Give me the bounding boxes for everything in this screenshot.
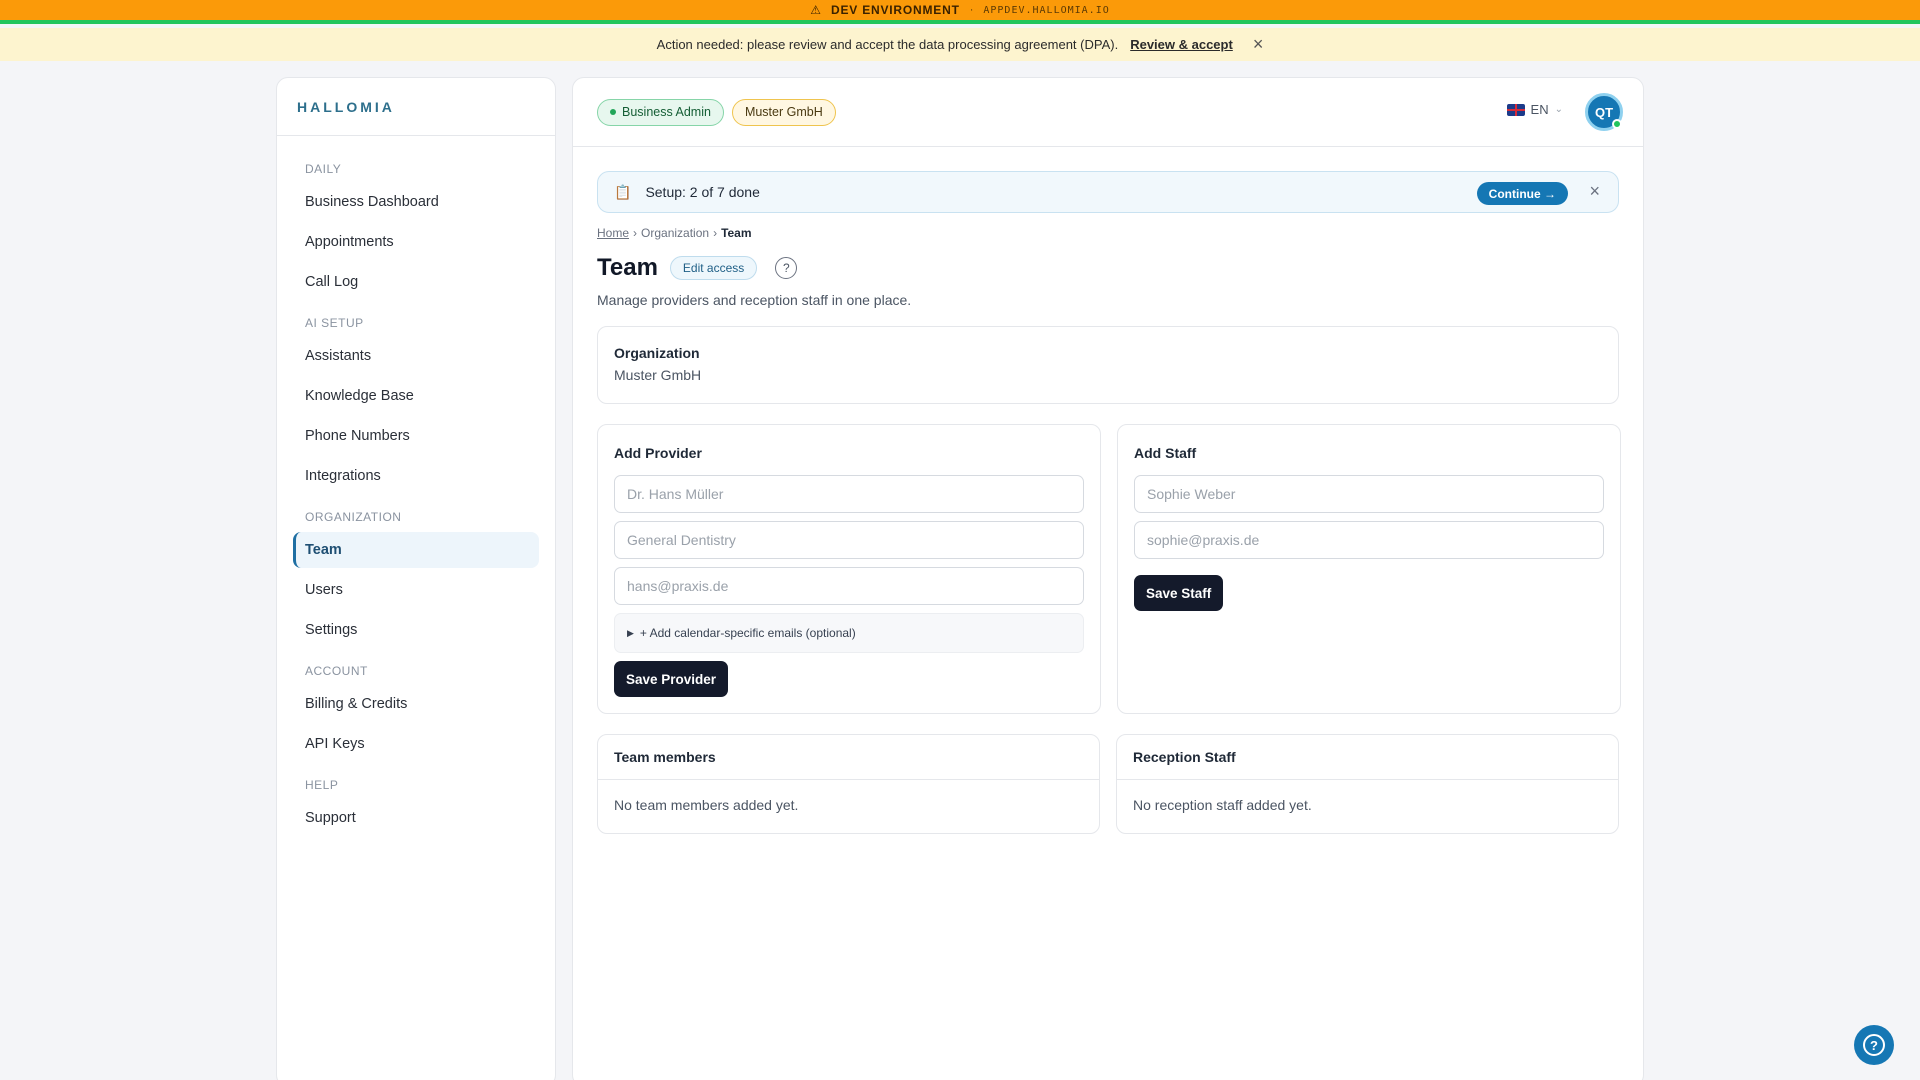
language-label: EN — [1530, 102, 1549, 117]
provider-email-input[interactable] — [614, 567, 1084, 605]
sidebar-item-settings[interactable]: Settings — [293, 612, 539, 648]
staff-email-input[interactable] — [1134, 521, 1604, 559]
review-accept-link[interactable]: Review & accept — [1130, 37, 1233, 52]
uk-flag-icon — [1506, 103, 1525, 116]
breadcrumb: Home › Organization › Team — [597, 226, 1619, 240]
page-title: Team — [597, 254, 658, 281]
sidebar-item-integrations[interactable]: Integrations — [293, 458, 539, 494]
sidebar-item-billing-credits[interactable]: Billing & Credits — [293, 686, 539, 722]
environment-label: DEV ENVIRONMENT — [831, 3, 960, 17]
page-content: 📋 Setup: 2 of 7 done Continue → × Home ›… — [573, 147, 1643, 834]
lists-row: Team members No team members added yet. … — [597, 734, 1619, 834]
avatar-initials: QT — [1594, 104, 1614, 120]
add-staff-card: Add Staff Save Staff — [1117, 424, 1621, 714]
brand-logo[interactable]: HALLOMIA — [277, 78, 555, 136]
setup-progress-text: Setup: 2 of 7 done — [645, 184, 760, 200]
environment-host: APPDEV.HALLOMIA.IO — [983, 4, 1110, 16]
org-badge: Muster GmbH — [731, 98, 836, 126]
sidebar-item-phone-numbers[interactable]: Phone Numbers — [293, 418, 539, 454]
close-icon[interactable]: × — [1253, 34, 1264, 55]
notice-text: Action needed: please review and accept … — [656, 37, 1119, 52]
nav-section-daily: DAILY — [305, 162, 342, 176]
user-avatar[interactable]: QT — [1585, 93, 1623, 131]
help-chat-button[interactable]: ? — [1854, 1025, 1894, 1065]
close-icon[interactable]: × — [1589, 181, 1600, 202]
nav-section-ai-setup: AI SETUP — [305, 316, 364, 330]
nav-section-account: ACCOUNT — [305, 664, 368, 678]
dpa-notice-banner: Action needed: please review and accept … — [0, 28, 1920, 61]
page-subtitle: Manage providers and reception staff in … — [597, 292, 912, 308]
breadcrumb-organization[interactable]: Organization — [641, 226, 709, 240]
breadcrumb-separator: › — [633, 226, 638, 240]
calendar-emails-label: + Add calendar-specific emails (optional… — [639, 626, 856, 640]
top-bar: Business Admin Muster GmbH EN ⌄ QT — [573, 78, 1643, 147]
nav-section-organization: ORGANIZATION — [305, 510, 402, 524]
provider-specialty-input[interactable] — [614, 521, 1084, 559]
breadcrumb-separator: › — [713, 226, 718, 240]
team-members-title: Team members — [598, 735, 1099, 780]
help-icon: ? — [1863, 1034, 1885, 1056]
role-badge: Business Admin — [597, 98, 724, 126]
warning-icon: ⚠ — [810, 3, 822, 17]
team-members-card: Team members No team members added yet. — [597, 734, 1100, 834]
sidebar-item-team[interactable]: Team — [293, 532, 539, 568]
add-staff-title: Add Staff — [1134, 445, 1197, 461]
save-staff-button[interactable]: Save Staff — [1134, 575, 1224, 611]
forms-row: Add Provider ▶ + Add calendar-specific e… — [597, 424, 1621, 714]
add-provider-card: Add Provider ▶ + Add calendar-specific e… — [597, 424, 1101, 714]
breadcrumb-current: Team — [721, 226, 752, 240]
chevron-down-icon: ⌄ — [1554, 104, 1563, 115]
reception-staff-empty: No reception staff added yet. — [1133, 797, 1312, 813]
sidebar-nav: DAILY Business Dashboard Appointments Ca… — [277, 136, 555, 850]
provider-name-input[interactable] — [614, 475, 1084, 513]
continue-setup-button[interactable]: Continue → — [1476, 182, 1568, 205]
clipboard-icon: 📋 — [614, 183, 632, 200]
sidebar-item-assistants[interactable]: Assistants — [293, 338, 539, 374]
sidebar-item-api-keys[interactable]: API Keys — [293, 726, 539, 762]
reception-staff-card: Reception Staff No reception staff added… — [1116, 734, 1619, 834]
caret-right-icon: ▶ — [627, 627, 634, 638]
sidebar: HALLOMIA DAILY Business Dashboard Appoin… — [276, 77, 556, 1080]
staff-name-input[interactable] — [1134, 475, 1604, 513]
calendar-emails-toggle[interactable]: ▶ + Add calendar-specific emails (option… — [614, 613, 1084, 653]
organization-value: Muster GmbH — [614, 367, 702, 383]
language-selector[interactable]: EN ⌄ — [1506, 102, 1563, 117]
status-dot-icon — [610, 109, 616, 115]
add-provider-title: Add Provider — [614, 445, 702, 461]
sidebar-item-appointments[interactable]: Appointments — [293, 224, 539, 260]
help-circle-icon[interactable]: ? — [775, 257, 798, 279]
role-badge-label: Business Admin — [622, 105, 711, 119]
team-members-empty: No team members added yet. — [614, 797, 799, 813]
sidebar-item-support[interactable]: Support — [293, 800, 539, 836]
nav-section-help: HELP — [305, 778, 339, 792]
breadcrumb-home[interactable]: Home — [597, 226, 629, 240]
setup-progress-card: 📋 Setup: 2 of 7 done Continue → × — [597, 171, 1619, 213]
organization-card: Organization Muster GmbH — [597, 326, 1619, 404]
online-status-icon — [1612, 119, 1622, 129]
reception-staff-title: Reception Staff — [1117, 735, 1618, 780]
edit-access-button[interactable]: Edit access — [669, 256, 758, 280]
save-provider-button[interactable]: Save Provider — [614, 661, 729, 697]
sidebar-item-knowledge-base[interactable]: Knowledge Base — [293, 378, 539, 414]
environment-separator: · — [969, 4, 974, 16]
title-row: Team Edit access ? — [597, 254, 1619, 282]
sidebar-item-call-log[interactable]: Call Log — [293, 264, 539, 300]
sidebar-item-users[interactable]: Users — [293, 572, 539, 608]
main-panel: Business Admin Muster GmbH EN ⌄ QT 📋 Set… — [572, 77, 1644, 1080]
sidebar-item-business-dashboard[interactable]: Business Dashboard — [293, 184, 539, 220]
environment-banner: ⚠ DEV ENVIRONMENT · APPDEV.HALLOMIA.IO — [0, 0, 1920, 24]
organization-label: Organization — [614, 345, 700, 361]
